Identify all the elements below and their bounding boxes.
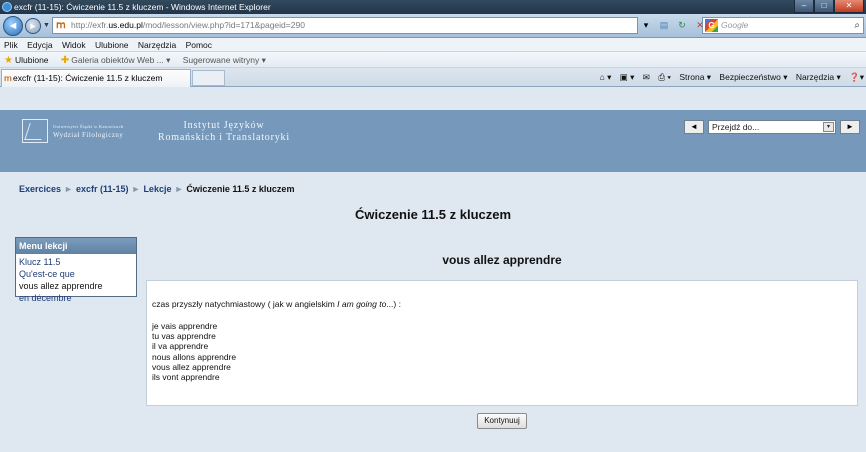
conjugation-line: vous allez apprendre (152, 361, 231, 372)
intro-end: ...) : (386, 299, 401, 309)
url-domain: us.edu.pl (108, 20, 143, 30)
breadcrumb-lessons[interactable]: Lekcje (143, 184, 171, 194)
conjugation-line: ils vont apprendre (152, 372, 220, 383)
conjugation-line: nous allons apprendre (152, 351, 237, 362)
intro-italic: I am going to (337, 299, 387, 309)
favorites-button[interactable]: Ulubione (15, 55, 49, 65)
close-button[interactable]: ✕ (834, 0, 864, 13)
tab-favicon-icon: ⅿ (4, 74, 12, 83)
tab-row: ⅿ excfr (11-15): Ćwiczenie 11.5 z klucze… (0, 68, 866, 87)
menu-edit[interactable]: Edycja (27, 40, 53, 50)
menu-favorites[interactable]: Ulubione (95, 40, 129, 50)
chevron-down-icon: ▾ (823, 122, 834, 132)
breadcrumb-current: Ćwiczenie 11.5 z kluczem (186, 184, 295, 194)
safety-menu[interactable]: Bezpieczeństwo ▾ (719, 72, 787, 82)
university-name: Uniwersytet Śląski w Katowicach (53, 124, 124, 129)
lesson-intro: czas przyszły natychmiastowy ( jak w ang… (152, 299, 401, 309)
tools-menu[interactable]: Narzędzia ▾ (796, 72, 841, 82)
breadcrumb-exercices[interactable]: Exercices (19, 184, 61, 194)
suggested-sites-link[interactable]: Sugerowane witryny ▾ (183, 55, 266, 65)
continue-button[interactable]: Kontynuuj (477, 413, 527, 429)
address-dropdown-icon[interactable]: ▾ (640, 19, 652, 32)
lesson-menu-title: Menu lekcji (16, 238, 136, 254)
breadcrumb-separator: ► (174, 184, 184, 194)
ie-logo-icon (2, 2, 12, 12)
tab-current[interactable]: ⅿ excfr (11-15): Ćwiczenie 11.5 z klucze… (1, 69, 191, 87)
maximize-button[interactable]: □ (814, 0, 834, 13)
menu-file[interactable]: Plik (4, 40, 18, 50)
moodle-favicon-icon: ⅿ (56, 20, 66, 31)
lesson-content-box: czas przyszły natychmiastowy ( jak w ang… (146, 280, 858, 406)
print-icon[interactable]: ⎙ ▾ (658, 72, 671, 82)
lesson-menu-item[interactable]: Qu'est-ce que (19, 268, 136, 280)
site-header: Uniwersytet Śląski w Katowicach Wydział … (0, 110, 866, 172)
home-icon[interactable]: ⌂ ▾ (600, 72, 612, 82)
jump-to-select[interactable]: Przejdź do... ▾ (708, 120, 836, 134)
history-dropdown-icon[interactable]: ▼ (43, 22, 50, 29)
page-content: Uniwersytet Śląski w Katowicach Wydział … (0, 110, 866, 452)
institute-title-line1: Instytut Języków (183, 120, 265, 131)
address-input[interactable]: ⅿ http://exfr.us.edu.pl/mod/lesson/view.… (52, 17, 638, 34)
jump-to-label: Przejdź do... (712, 122, 760, 132)
conjugation-line: il va apprendre (152, 341, 209, 352)
refresh-icon[interactable]: ↻ (676, 19, 688, 32)
new-tab-button[interactable] (192, 70, 225, 86)
google-icon: G (705, 19, 718, 32)
web-slice-gallery-link[interactable]: Galeria obiektów Web ... ▾ (71, 55, 170, 65)
forward-button[interactable]: ► (25, 18, 41, 34)
mail-icon[interactable]: ✉ (643, 72, 650, 82)
favorites-bar: ★ Ulubione ✚ Galeria obiektów Web ... ▾ Su… (0, 52, 866, 68)
breadcrumb-course[interactable]: excfr (11-15) (76, 184, 129, 194)
institute-title: Instytut Języków Romańskich i Translator… (158, 120, 290, 144)
window-title: excfr (11-15): Ćwiczenie 11.5 z kluczem … (14, 2, 271, 12)
previous-activity-button[interactable]: ◄ (684, 120, 704, 134)
menu-help[interactable]: Pomoc (186, 40, 212, 50)
feeds-icon[interactable]: ▣ ▾ (620, 72, 635, 82)
help-icon[interactable]: ❓▾ (849, 72, 864, 82)
add-favorite-icon[interactable]: ✚ (61, 55, 69, 66)
lesson-menu: Menu lekcji Klucz 11.5 Qu'est-ce que vou… (15, 237, 137, 303)
university-logo-icon (22, 119, 48, 143)
lesson-menu-item[interactable]: en décembre (19, 292, 136, 304)
back-button[interactable]: ◄ (3, 16, 23, 36)
tab-label: excfr (11-15): Ćwiczenie 11.5 z kluczem (13, 73, 163, 83)
lesson-title: Ćwiczenie 11.5 z kluczem (354, 207, 512, 222)
breadcrumb: Exercices ► excfr (11-15) ► Lekcje ► Ćwiczenie… (19, 184, 294, 194)
favorites-star-icon: ★ (4, 55, 13, 66)
page-menu[interactable]: Strona ▾ (679, 72, 711, 82)
menu-tools[interactable]: Narzędzia (138, 40, 176, 50)
next-activity-button[interactable]: ► (840, 120, 860, 134)
conjugation-list: je vais apprendre tu vas apprendre il va… (152, 321, 236, 382)
search-placeholder: Google (721, 20, 749, 30)
address-tools: ▾ ▤ ↻ ✕ (640, 19, 706, 32)
window-controls: – □ ✕ (794, 0, 864, 13)
intro-text: czas przyszły natychmiastowy ( jak w ang… (152, 299, 338, 309)
breadcrumb-separator: ► (64, 184, 73, 194)
conjugation-line: tu vas apprendre (152, 331, 216, 342)
url-path: /mod/lesson/view.php?id=171&pageid=290 (142, 20, 305, 30)
lesson-menu-item-current: vous allez apprendre (19, 281, 103, 291)
conjugation-line: je vais apprendre (152, 321, 218, 331)
minimize-button[interactable]: – (794, 0, 814, 13)
command-bar: ⌂ ▾ ▣ ▾ ✉ ⎙ ▾ Strona ▾ Bezpieczeństwo ▾ … (594, 68, 864, 86)
search-icon[interactable]: ⌕ (854, 18, 860, 33)
breadcrumb-separator: ► (131, 184, 141, 194)
search-input[interactable]: G Google ⌕ (702, 17, 864, 34)
window-title-bar: excfr (11-15): Ćwiczenie 11.5 z kluczem … (0, 0, 866, 14)
menu-bar: Plik Edycja Widok Ulubione Narzędzia Pom… (0, 38, 866, 52)
address-bar-row: ◄ ► ▼ ⅿ http://exfr.us.edu.pl/mod/lesson… (0, 14, 866, 38)
lesson-menu-item[interactable]: Klucz 11.5 (19, 256, 136, 268)
faculty-name: Wydział Filologiczny (53, 131, 124, 139)
menu-view[interactable]: Widok (62, 40, 86, 50)
compatibility-icon[interactable]: ▤ (658, 19, 670, 32)
institute-title-line2: Romańskich i Translatoryki (158, 132, 290, 143)
page-heading: vous allez apprendre (442, 253, 562, 267)
lesson-menu-list: Klucz 11.5 Qu'est-ce que vous allez appr… (16, 254, 136, 304)
url-prefix: http://exfr. (71, 20, 109, 30)
